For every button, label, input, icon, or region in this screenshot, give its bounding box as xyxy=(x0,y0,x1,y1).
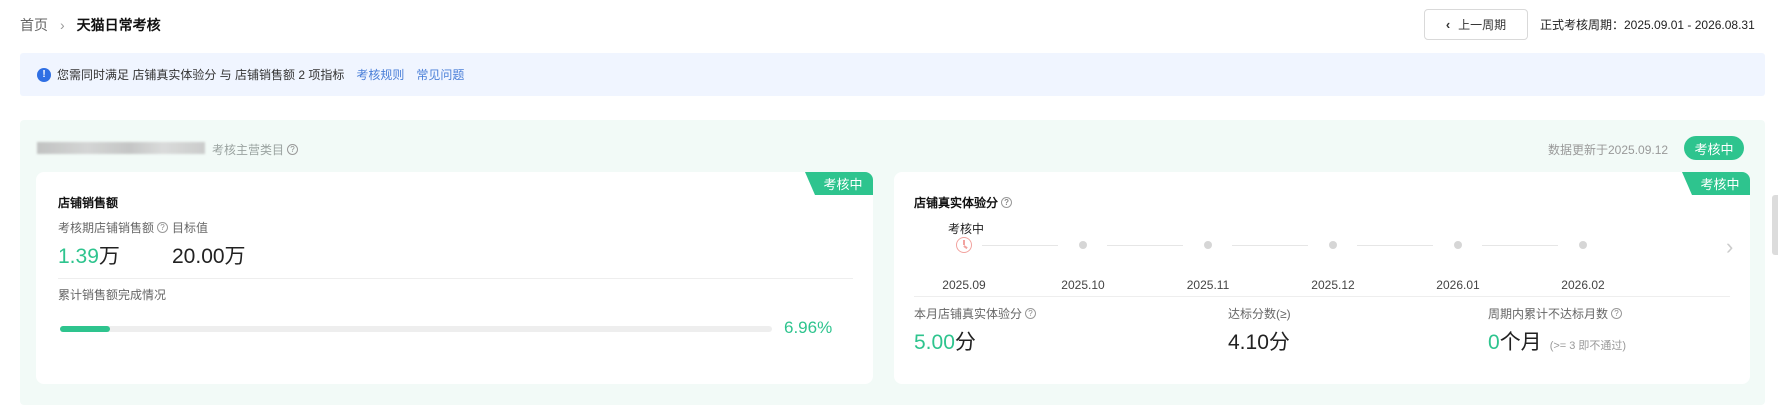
timeline-month: 2025.11 xyxy=(1186,278,1230,292)
assessment-rules-link[interactable]: 考核规则 xyxy=(356,66,404,83)
timeline-month: 2025.12 xyxy=(1311,278,1355,292)
help-icon[interactable]: ? xyxy=(157,222,169,233)
main-category-text: 考核主营类目 xyxy=(212,143,285,157)
timeline-line xyxy=(982,245,1058,246)
sales-progress-fill xyxy=(60,326,110,332)
timeline-month: 2025.09 xyxy=(942,278,986,292)
fail-months-note: (>= 3 即不通过) xyxy=(1549,340,1627,352)
faq-link[interactable]: 常见问题 xyxy=(416,66,464,83)
month-score-value: 5.00分 xyxy=(914,326,976,356)
divider xyxy=(58,278,853,279)
experience-card-title: 店铺真实体验分 ? xyxy=(914,194,1013,211)
store-name-redacted xyxy=(37,142,205,154)
timeline-node[interactable] xyxy=(1204,241,1212,249)
month-score-unit: 分 xyxy=(954,331,976,354)
chevron-right-icon: › xyxy=(60,17,65,33)
chevron-right-icon[interactable]: › xyxy=(1726,234,1733,260)
period-sales-unit: 万 xyxy=(98,245,120,268)
help-icon[interactable]: ? xyxy=(1001,197,1013,208)
help-icon[interactable]: ? xyxy=(1025,308,1037,319)
timeline-node[interactable] xyxy=(1079,241,1087,249)
timeline-node[interactable] xyxy=(1454,241,1462,249)
timeline-line xyxy=(1232,245,1308,246)
fail-months-unit: 个月 xyxy=(1499,331,1542,354)
data-updated-text: 数据更新于2025.09.12 xyxy=(1548,143,1669,157)
timeline-month: 2026.01 xyxy=(1436,278,1480,292)
timeline-line xyxy=(1357,245,1433,246)
previous-period-label: 上一周期 xyxy=(1458,18,1507,32)
target-label: 目标值 xyxy=(172,221,209,235)
side-scroll-handle[interactable] xyxy=(1772,195,1778,255)
main-category-label: 考核主营类目 ? xyxy=(212,141,299,158)
timeline-month: 2026.02 xyxy=(1561,278,1605,292)
notice-bar: ! 您需同时满足 店铺真实体验分 与 店铺销售额 2 项指标 考核规则 常见问题 xyxy=(20,53,1765,96)
status-badge: 考核中 xyxy=(1684,136,1744,160)
help-icon[interactable]: ? xyxy=(287,144,299,155)
period-sales-number: 1.39 xyxy=(58,245,99,268)
chevron-left-icon: ‹ xyxy=(1445,17,1451,32)
experience-score-card: 考核中 店铺真实体验分 ? 考核中 › 2025.09 2025.10 2025… xyxy=(894,172,1750,384)
month-score-label: 本月店铺真实体验分 ? xyxy=(914,305,1037,322)
fail-months-label-text: 周期内累计不达标月数 xyxy=(1488,307,1609,321)
timeline-line xyxy=(1107,245,1183,246)
help-icon[interactable]: ? xyxy=(1611,308,1623,319)
experience-card-title-text: 店铺真实体验分 xyxy=(914,196,999,210)
fail-months-value: 0个月 (>= 3 即不通过) xyxy=(1488,326,1626,356)
timeline-line xyxy=(1482,245,1558,246)
period-sales-label-text: 考核期店铺销售额 xyxy=(58,221,155,235)
breadcrumb-home-link[interactable]: 首页 xyxy=(20,15,48,35)
sales-card: 考核中 店铺销售额 考核期店铺销售额 ? 目标值 1.39万 20.00万 累计… xyxy=(36,172,873,384)
period-sales-value: 1.39万 xyxy=(58,240,120,270)
fail-months-number: 0 xyxy=(1488,331,1500,354)
progress-label: 累计销售额完成情况 xyxy=(58,288,167,302)
progress-percent: 6.96% xyxy=(784,318,833,337)
status-tag: 考核中 xyxy=(1682,172,1750,195)
timeline-node[interactable] xyxy=(1579,241,1587,249)
month-score-label-text: 本月店铺真实体验分 xyxy=(914,307,1023,321)
status-tag: 考核中 xyxy=(805,172,873,195)
target-score-label: 达标分数(≥) xyxy=(1228,307,1291,321)
assessment-period: 正式考核周期：2025.09.01 - 2026.08.31 xyxy=(1540,18,1755,32)
info-icon: ! xyxy=(37,67,51,82)
timeline-node[interactable] xyxy=(1329,241,1337,249)
clock-icon xyxy=(956,237,972,253)
breadcrumb: 首页 › 天猫日常考核 xyxy=(20,15,161,35)
period-sales-label: 考核期店铺销售额 ? xyxy=(58,219,169,236)
divider xyxy=(914,296,1730,297)
sales-card-title: 店铺销售额 xyxy=(58,196,119,210)
month-score-number: 5.00 xyxy=(914,331,955,354)
timeline-month: 2025.10 xyxy=(1061,278,1105,292)
fail-months-label: 周期内累计不达标月数 ? xyxy=(1488,305,1623,322)
page-title: 天猫日常考核 xyxy=(76,17,161,33)
notice-text: 您需同时满足 店铺真实体验分 与 店铺销售额 2 项指标 xyxy=(57,68,345,82)
target-value: 20.00万 xyxy=(172,245,246,268)
sales-progress-bar xyxy=(60,326,772,332)
target-score-value: 4.10分 xyxy=(1228,331,1290,354)
timeline-status: 考核中 xyxy=(948,222,985,236)
previous-period-button[interactable]: ‹ 上一周期 xyxy=(1424,9,1528,40)
